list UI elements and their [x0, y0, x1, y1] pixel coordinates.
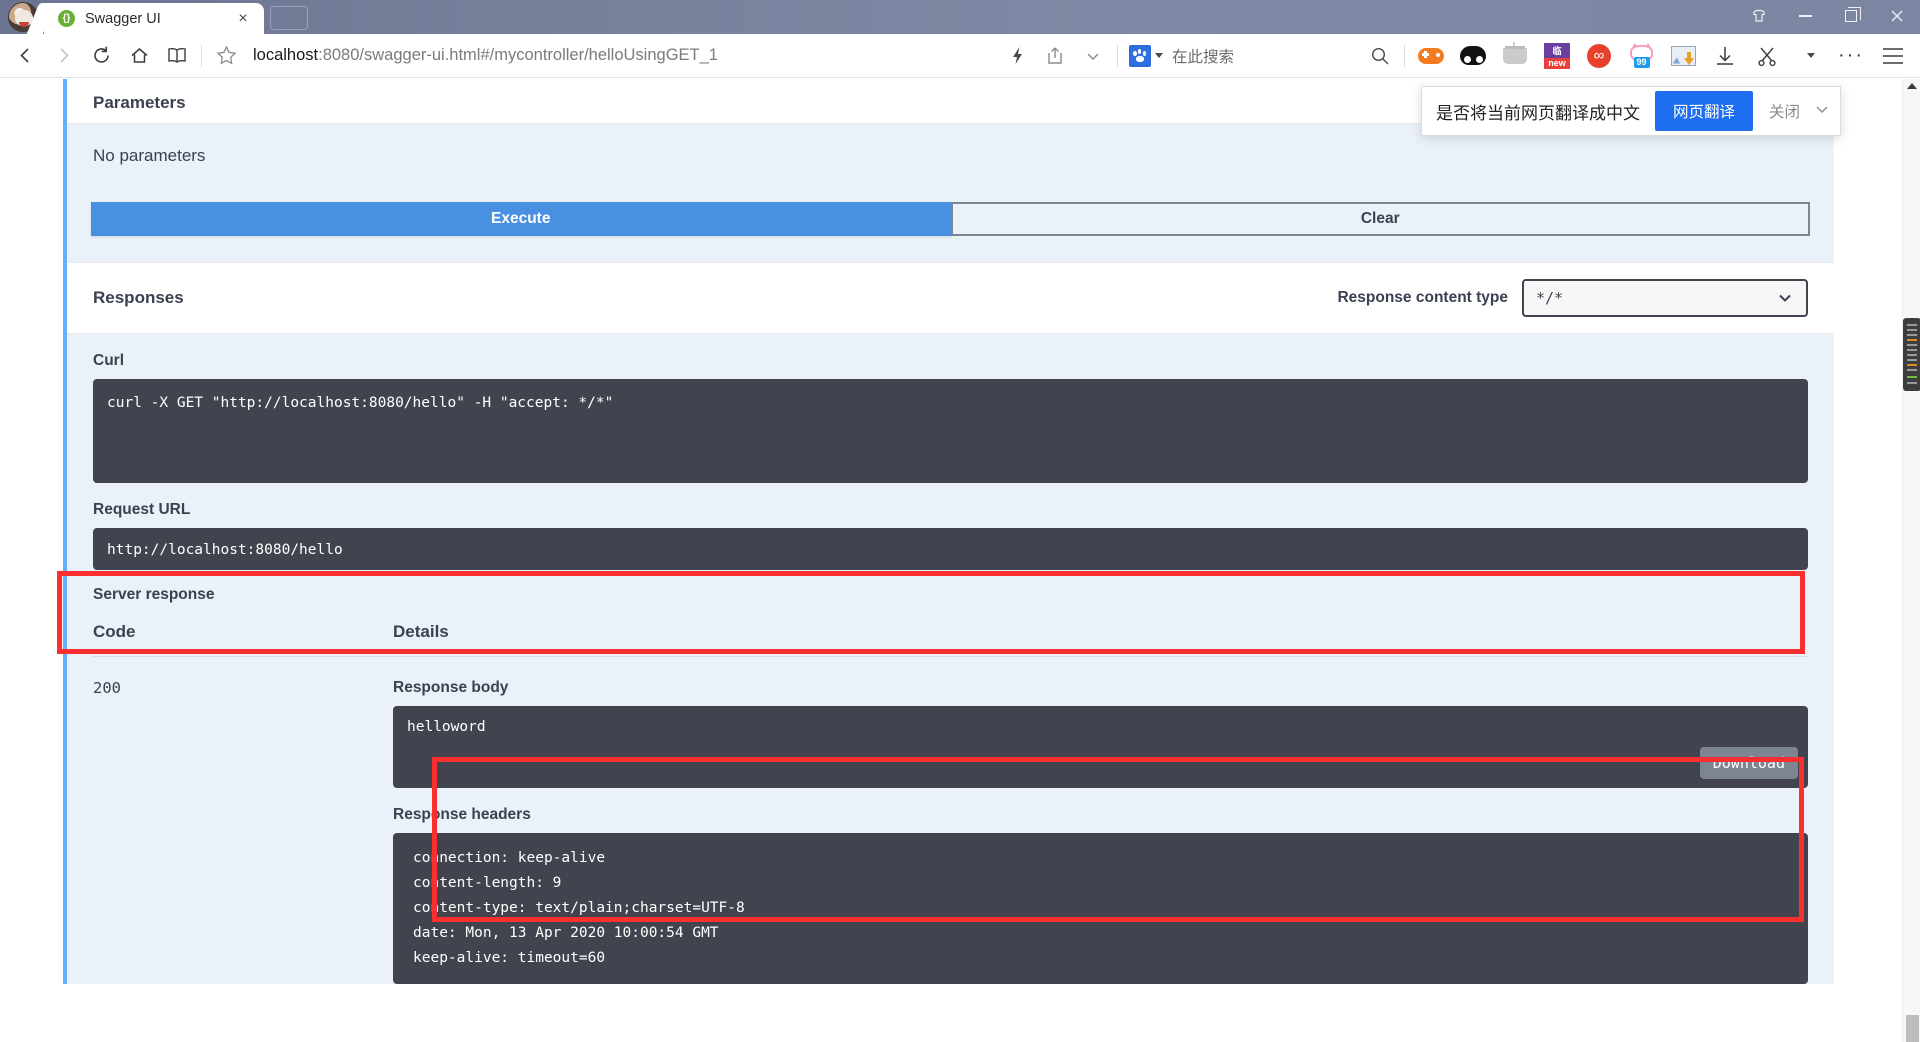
gamepad-icon[interactable]: [1414, 39, 1448, 73]
request-url-value: http://localhost:8080/hello: [93, 528, 1808, 570]
page-viewport: Parameters No parameters Execute Clear R…: [0, 79, 1902, 1042]
tab-title: Swagger UI: [85, 10, 161, 27]
maximize-button[interactable]: [1828, 0, 1874, 32]
swagger-operation-block: Parameters No parameters Execute Clear R…: [63, 79, 1834, 984]
title-bar: {} Swagger UI ×: [0, 0, 1920, 34]
infinity-icon[interactable]: ∞: [1582, 39, 1616, 73]
chevron-down-icon[interactable]: [1792, 39, 1826, 73]
share-icon[interactable]: [1036, 38, 1074, 74]
request-url-section: Request URL http://localhost:8080/hello: [67, 483, 1834, 570]
lightning-icon[interactable]: [998, 38, 1036, 74]
divider: [1404, 44, 1405, 67]
tab-strip: {} Swagger UI ×: [44, 0, 264, 34]
new-badge-icon[interactable]: 临 new: [1540, 39, 1574, 73]
response-body-label: Response body: [393, 679, 509, 696]
scissors-icon[interactable]: [1750, 39, 1784, 73]
cat-badge-count: 99: [1633, 56, 1650, 68]
translate-close-button[interactable]: 关闭: [1769, 100, 1800, 122]
chevron-down-icon[interactable]: [1155, 53, 1163, 58]
home-icon[interactable]: [120, 38, 158, 74]
new-tab-button[interactable]: [270, 6, 308, 30]
hamburger-menu-icon[interactable]: [1876, 39, 1910, 73]
response-content-type-select[interactable]: */*: [1522, 279, 1808, 317]
browser-window: {} Swagger UI × localhost:8080/swagger-u…: [0, 0, 1920, 1042]
forward-arrow-icon[interactable]: [44, 38, 82, 74]
table-row: 200 Response body helloword Download Res…: [93, 657, 1808, 984]
minimize-button[interactable]: [1782, 0, 1828, 32]
url-path: :8080/swagger-ui.html#/mycontroller/hell…: [318, 46, 718, 64]
new-badge-top: 临: [1544, 42, 1570, 58]
book-icon[interactable]: [158, 38, 196, 74]
search-input[interactable]: 在此搜索: [1123, 39, 1361, 73]
close-window-button[interactable]: [1874, 0, 1920, 32]
curl-section: Curl curl -X GET "http://localhost:8080/…: [67, 334, 1834, 483]
column-header-code: Code: [93, 622, 136, 641]
baidu-paw-icon[interactable]: [1129, 44, 1151, 67]
download-button[interactable]: Download: [1699, 747, 1798, 779]
chevron-down-icon[interactable]: [1074, 38, 1112, 74]
response-content-type-value: */*: [1536, 289, 1564, 307]
more-options-icon[interactable]: ···: [1834, 39, 1868, 73]
basket-icon[interactable]: [1498, 39, 1532, 73]
action-buttons: Execute Clear: [67, 166, 1834, 262]
shirt-icon[interactable]: [1736, 0, 1782, 32]
curl-command: curl -X GET "http://localhost:8080/hello…: [93, 379, 1808, 483]
server-response-title: Server response: [67, 570, 1834, 604]
scrollbar-marker-widget[interactable]: [1903, 318, 1920, 391]
translate-message: 是否将当前网页翻译成中文: [1436, 103, 1640, 123]
swagger-logo-icon: {}: [58, 10, 75, 27]
no-parameters-text: No parameters: [93, 146, 206, 165]
image-download-icon[interactable]: [1666, 39, 1700, 73]
address-bar-icons: [998, 38, 1112, 74]
table-header-row: Code Details: [93, 604, 1808, 657]
execute-button[interactable]: Execute: [91, 202, 951, 236]
downloads-icon[interactable]: [1708, 39, 1742, 73]
server-response-table: Code Details 200 Response body helloword…: [67, 604, 1834, 984]
responses-header: Responses Response content type */*: [67, 262, 1834, 334]
translate-page-button[interactable]: 网页翻译: [1654, 91, 1753, 131]
scrollbar-thumb[interactable]: [1906, 1015, 1919, 1042]
chevron-down-icon: [1779, 294, 1791, 302]
curl-label: Curl: [93, 352, 124, 369]
responses-title: Responses: [93, 288, 184, 307]
divider: [1117, 44, 1118, 67]
column-header-details: Details: [393, 622, 449, 641]
chevron-down-icon[interactable]: [1814, 101, 1830, 122]
divider: [201, 44, 202, 67]
response-content-type-label: Response content type: [1337, 289, 1508, 306]
url-host: localhost: [253, 46, 319, 64]
window-controls: [1736, 0, 1920, 32]
response-body-block: helloword Download: [393, 706, 1808, 788]
clear-button[interactable]: Clear: [950, 202, 1810, 236]
request-url-label: Request URL: [93, 501, 191, 518]
star-icon[interactable]: [207, 38, 245, 74]
response-details: Response body helloword Download Respons…: [393, 679, 1808, 984]
address-bar[interactable]: localhost:8080/swagger-ui.html#/mycontro…: [245, 38, 998, 74]
search-icon[interactable]: [1361, 38, 1399, 74]
url-text: localhost:8080/swagger-ui.html#/mycontro…: [253, 46, 718, 65]
extension-icons: 临 new ∞ 99 ···: [1410, 39, 1914, 73]
navigation-bar: localhost:8080/swagger-ui.html#/mycontro…: [0, 34, 1920, 78]
translate-prompt-bar: 是否将当前网页翻译成中文 网页翻译 关闭: [1421, 86, 1841, 136]
browser-tab[interactable]: {} Swagger UI ×: [44, 3, 264, 34]
back-arrow-icon[interactable]: [6, 38, 44, 74]
infinity-glyph: ∞: [1587, 43, 1611, 68]
page-scrollbar[interactable]: [1902, 79, 1920, 1042]
response-body-text: helloword: [407, 719, 486, 735]
response-headers-block: connection: keep-alive content-length: 9…: [393, 833, 1808, 984]
response-headers-label: Response headers: [393, 806, 531, 823]
parameters-body: No parameters Execute Clear: [67, 124, 1834, 262]
two-faces-icon[interactable]: [1456, 39, 1490, 73]
scroll-up-arrow-icon[interactable]: [1907, 83, 1917, 89]
close-icon[interactable]: ×: [232, 8, 254, 30]
response-code: 200: [93, 679, 121, 697]
reload-icon[interactable]: [82, 38, 120, 74]
search-placeholder: 在此搜索: [1172, 48, 1235, 66]
pink-cat-icon[interactable]: 99: [1624, 39, 1658, 73]
new-badge-bottom: new: [1544, 57, 1570, 69]
